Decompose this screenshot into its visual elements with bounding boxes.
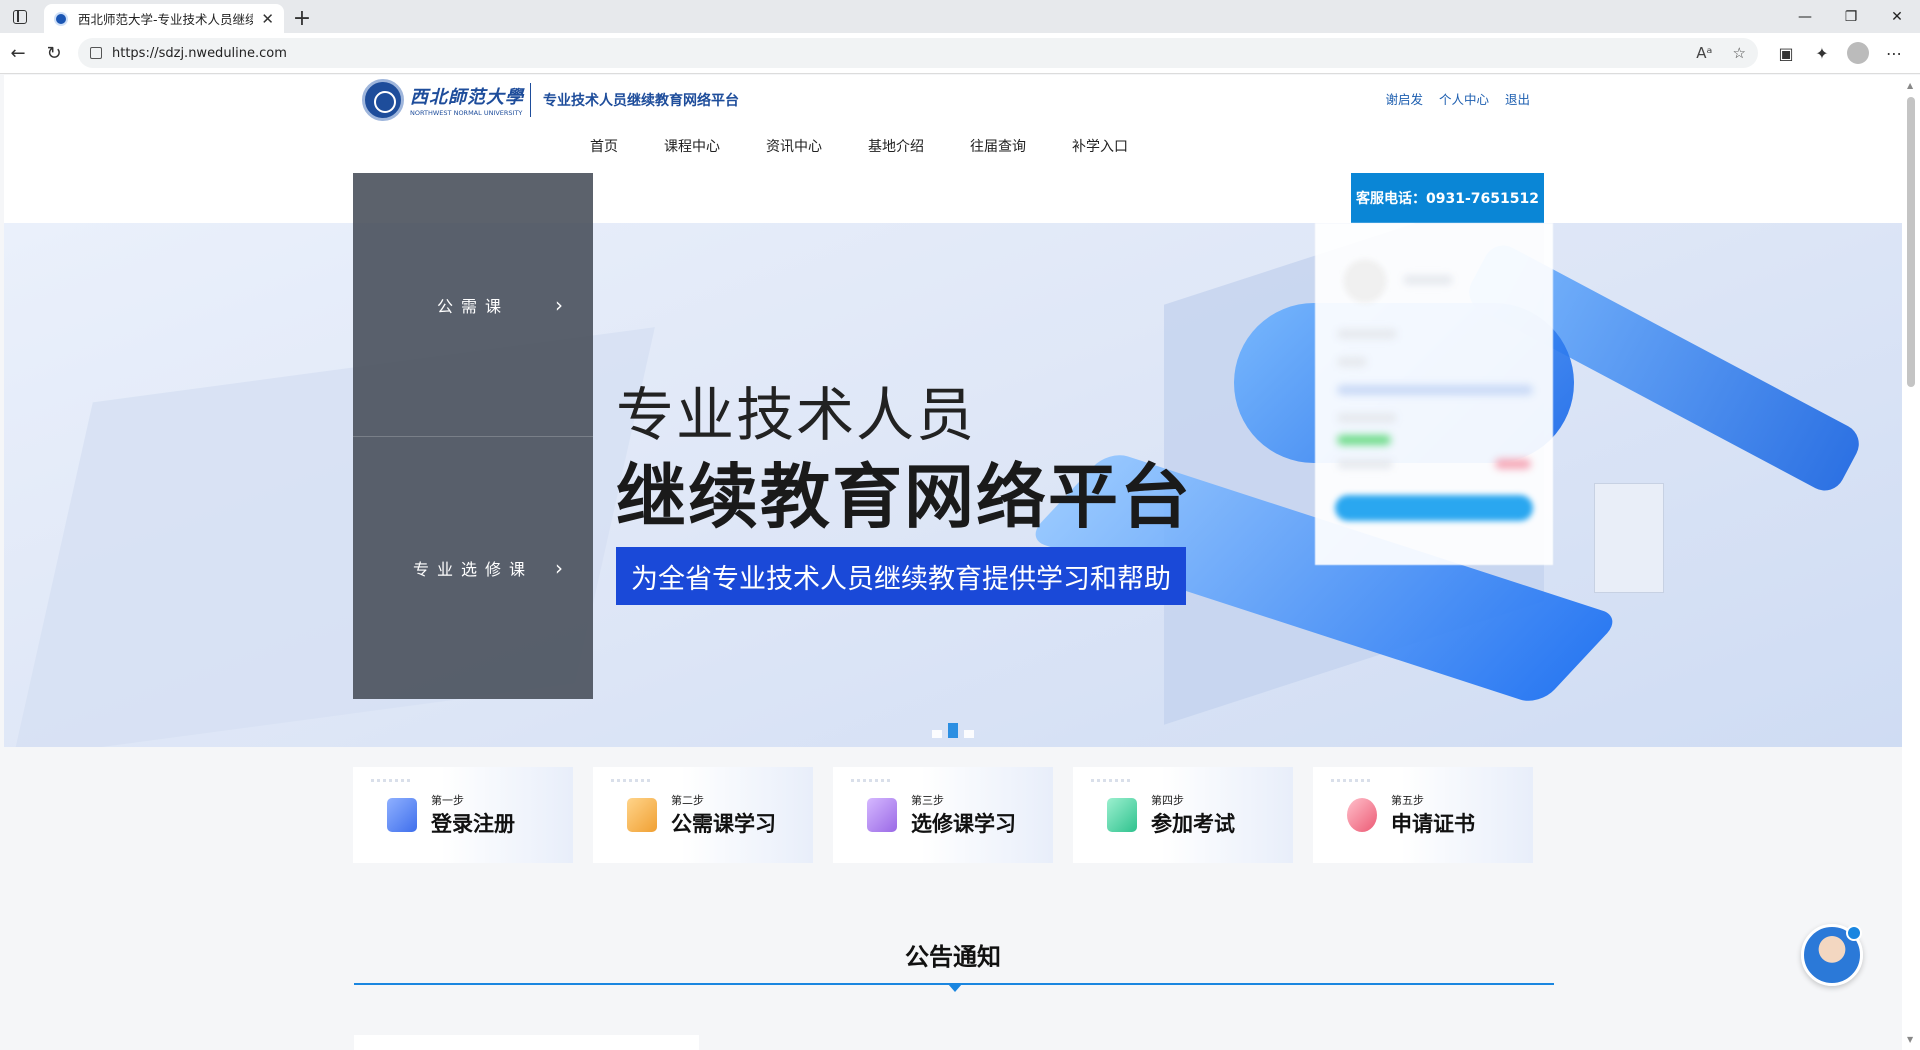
window-controls: — ❐ ✕ — [1782, 0, 1920, 33]
hero-subtitle: 为全省专业技术人员继续教育提供学习和帮助 — [616, 547, 1186, 605]
favorite-star-icon[interactable]: ☆ — [1733, 44, 1746, 62]
nav-news-center[interactable]: 资讯中心 — [766, 136, 822, 156]
notice-card[interactable] — [354, 1035, 699, 1050]
scroll-down-icon[interactable]: ▼ — [1907, 1035, 1913, 1044]
books-icon — [867, 798, 897, 832]
chevron-right-icon: › — [555, 292, 563, 317]
menu-elective-course[interactable]: 专业选修课 › — [353, 436, 593, 699]
carousel-dot[interactable] — [964, 730, 974, 738]
close-window-button[interactable]: ✕ — [1874, 0, 1920, 33]
menu-public-course[interactable]: 公需课 › — [353, 173, 593, 436]
exam-paper-icon — [1107, 798, 1137, 832]
logo-cn: 西北師范大學 — [410, 87, 524, 108]
tab-title: 西北师范大学-专业技术人员继续 — [78, 12, 254, 27]
platform-name: 专业技术人员继续教育网络平台 — [543, 93, 739, 109]
nav-base-intro[interactable]: 基地介绍 — [868, 136, 924, 156]
hero-title-line1: 专业技术人员 — [616, 381, 977, 449]
tab-list-button[interactable] — [0, 0, 40, 33]
hero-banner: 专业技术人员 继续教育网络平台 为全省专业技术人员继续教育提供学习和帮助 — [4, 223, 1902, 747]
step-label: 公需课学习 — [671, 812, 776, 836]
step-card-public-course[interactable]: 第二步 公需课学习 — [593, 767, 813, 863]
address-bar: ← ↻ https://sdzj.nweduline.com Aᵃ ☆ ▣ ✦ … — [0, 33, 1920, 74]
url-text: https://sdzj.nweduline.com — [112, 45, 287, 61]
step-card-register[interactable]: 第一步 登录注册 — [353, 767, 573, 863]
course-side-menu: 公需课 › 专业选修课 › — [353, 173, 593, 699]
steps-row: 第一步 登录注册 第二步 公需课学习 第三步 选修课学习 第四步 参加考试 第五步 申请证… — [353, 767, 1533, 863]
step-card-exam[interactable]: 第四步 参加考试 — [1073, 767, 1293, 863]
nav-makeup-entry[interactable]: 补学入口 — [1072, 136, 1128, 156]
blurred-button[interactable] — [1335, 495, 1533, 521]
step-label: 选修课学习 — [911, 812, 1016, 836]
profile-avatar-icon[interactable] — [1847, 42, 1869, 64]
caret-down-icon — [948, 984, 962, 992]
hero-title-line2: 继续教育网络平台 — [616, 456, 1192, 538]
logout-link[interactable]: 退出 — [1505, 89, 1530, 108]
restore-button[interactable]: ❐ — [1828, 0, 1874, 33]
carousel-dots — [932, 723, 974, 738]
logo-en: NORTHWEST NORMAL UNIVERSITY — [410, 109, 523, 117]
user-links: 谢启发 个人中心 退出 — [1385, 89, 1530, 108]
avatar — [1343, 259, 1387, 303]
personal-center-link[interactable]: 个人中心 — [1439, 89, 1489, 108]
user-info-card-blurred — [1315, 223, 1553, 565]
browser-tab[interactable]: 西北师范大学-专业技术人员继续 ✕ — [44, 4, 284, 33]
nav-home[interactable]: 首页 — [590, 136, 618, 156]
step-label: 参加考试 — [1151, 812, 1235, 836]
customer-service-avatar-icon[interactable] — [1801, 924, 1863, 986]
scroll-up-icon[interactable]: ▲ — [1907, 81, 1913, 90]
step-card-certificate[interactable]: 第五步 申请证书 — [1313, 767, 1533, 863]
minimize-button[interactable]: — — [1782, 0, 1828, 33]
university-seal-icon — [362, 79, 404, 121]
url-field[interactable]: https://sdzj.nweduline.com Aᵃ ☆ — [78, 38, 1758, 68]
scrollbar-thumb[interactable] — [1907, 97, 1915, 387]
username-link[interactable]: 谢启发 — [1385, 89, 1423, 108]
document-icon — [387, 798, 417, 832]
menu-item-label: 专业选修课 — [412, 560, 533, 579]
extensions-icon[interactable]: ✦ — [1804, 44, 1840, 63]
award-badge-icon — [1347, 798, 1377, 832]
read-aloud-icon[interactable]: Aᵃ — [1696, 44, 1712, 62]
tab-close-button[interactable]: ✕ — [261, 10, 274, 28]
lock-icon — [90, 47, 102, 59]
carousel-dot-active[interactable] — [948, 723, 958, 738]
more-menu-icon[interactable]: ⋯ — [1876, 44, 1912, 63]
back-button[interactable]: ← — [0, 35, 36, 71]
notice-section-title: 公告通知 — [905, 943, 1001, 971]
site-header: 西北師范大學 NORTHWEST NORMAL UNIVERSITY 专业技术人… — [4, 75, 1902, 223]
step-label: 登录注册 — [431, 812, 515, 836]
browser-tabbar: 西北师范大学-专业技术人员继续 ✕ + — ❐ ✕ — [0, 0, 1920, 33]
hotline-banner: 客服电话：0931-7651512 — [1351, 173, 1544, 223]
reload-button[interactable]: ↻ — [36, 35, 72, 71]
site-logo[interactable]: 西北師范大學 NORTHWEST NORMAL UNIVERSITY 专业技术人… — [362, 79, 739, 121]
toolbar-icons: ▣ ✦ ⋯ — [1768, 42, 1912, 64]
tab-list-icon — [13, 9, 27, 24]
page-viewport: 西北師范大學 NORTHWEST NORMAL UNIVERSITY 专业技术人… — [4, 75, 1902, 1050]
book-icon — [627, 798, 657, 832]
step-label: 申请证书 — [1391, 812, 1475, 836]
new-tab-button[interactable]: + — [284, 4, 320, 33]
page-scrollbar[interactable]: ▲ ▼ — [1902, 75, 1920, 1050]
favicon-icon — [54, 11, 68, 26]
chevron-right-icon: › — [555, 556, 563, 580]
step-card-elective-course[interactable]: 第三步 选修课学习 — [833, 767, 1053, 863]
nav-course-center[interactable]: 课程中心 — [664, 136, 720, 156]
nav-past-query[interactable]: 往届查询 — [970, 136, 1026, 156]
collections-icon[interactable]: ▣ — [1768, 44, 1804, 63]
carousel-dot[interactable] — [932, 730, 942, 738]
main-nav: 首页 课程中心 资讯中心 基地介绍 往届查询 补学入口 — [590, 136, 1174, 156]
menu-item-label: 公需课 — [436, 296, 509, 316]
